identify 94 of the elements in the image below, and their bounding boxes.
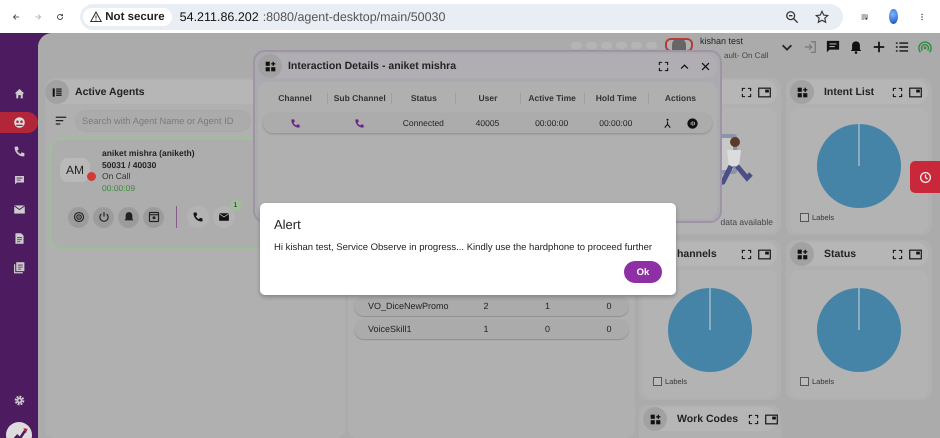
chat-icon[interactable]	[826, 40, 840, 54]
widget-title: Work Codes	[677, 413, 738, 425]
book-icon	[52, 86, 62, 98]
window-icon[interactable]	[758, 248, 771, 260]
dialog-title: Alert	[274, 217, 302, 232]
agent-avatar: AM	[60, 158, 90, 182]
mail-button[interactable]	[213, 206, 235, 228]
zoom-icon[interactable]	[785, 10, 800, 24]
power-icon	[98, 211, 110, 223]
agent-name: aniket mishra (aniketh)	[102, 148, 195, 160]
table-cell-text: Connected	[402, 118, 445, 128]
expand-icon[interactable]	[892, 248, 903, 260]
column-header: Active Time	[520, 92, 584, 104]
empty-message: data available	[720, 217, 773, 227]
widget-title: Intent List	[824, 86, 874, 98]
bell-icon	[122, 211, 134, 223]
chat-icon	[12, 174, 26, 187]
table-cell-text: 00:00:00	[534, 118, 570, 128]
grid-icon	[650, 414, 660, 424]
widget-title: Status	[824, 248, 856, 260]
window-icon[interactable]	[765, 414, 778, 424]
table-cell-text: 2	[482, 301, 490, 311]
table-cell-text: 40005	[474, 118, 500, 128]
widget-title: hannels	[677, 248, 717, 260]
table-cell-text: VoiceSkill1	[368, 324, 413, 334]
phone-icon	[290, 118, 301, 128]
settings-icon[interactable]	[12, 394, 26, 407]
expand-icon[interactable]	[741, 86, 752, 98]
warning-icon[interactable]	[90, 10, 102, 22]
clock-icon	[918, 170, 932, 184]
agent-status: On Call	[102, 171, 132, 182]
user-status: ault- On Call	[724, 51, 770, 60]
bell-icon[interactable]	[848, 40, 862, 54]
window-title: Interaction Details - aniket mishra	[288, 60, 456, 72]
checkbox[interactable]	[800, 376, 809, 386]
url-path: :8080/agent-desktop/main/50030	[262, 10, 446, 24]
barge-button[interactable]	[68, 206, 89, 228]
expand-icon[interactable]	[748, 414, 760, 424]
panel-title: Active Agents	[75, 86, 145, 98]
phone-icon	[354, 118, 365, 128]
mail-icon	[218, 211, 230, 223]
expand-icon[interactable]	[892, 86, 903, 98]
home-icon	[12, 87, 26, 100]
documents-icon	[12, 261, 26, 274]
audio-icon[interactable]	[686, 118, 698, 128]
phone-icon	[192, 211, 204, 223]
clock-button[interactable]	[910, 161, 940, 193]
window-icon[interactable]	[909, 248, 922, 260]
grid-icon	[796, 248, 808, 260]
call-timer: 00:00:09	[102, 182, 136, 194]
grid-icon	[796, 86, 808, 98]
table-cell-text: 00:00:00	[598, 118, 634, 128]
expand-icon[interactable]	[658, 60, 669, 72]
table-cell-text: 0	[605, 324, 612, 334]
document-icon	[12, 232, 26, 245]
window-icon[interactable]	[909, 86, 922, 98]
column-header: Channel	[277, 92, 313, 104]
table-cell-text: 1	[482, 324, 490, 334]
column-header: Hold Time	[584, 92, 648, 104]
list-icon[interactable]	[894, 40, 908, 54]
table-cell-text: 1	[544, 301, 551, 311]
column-header: Sub Channel	[327, 92, 392, 104]
close-icon[interactable]	[700, 60, 711, 72]
phone-icon	[12, 145, 26, 158]
call-button[interactable]	[187, 206, 209, 228]
column-header: Status	[391, 92, 456, 104]
table-cell-text: VO_DiceNewPromo	[368, 301, 450, 311]
expand-icon[interactable]	[741, 248, 752, 260]
monitor-button[interactable]	[143, 206, 164, 228]
column-header: User	[455, 92, 520, 104]
checkbox[interactable]	[800, 213, 809, 222]
window-icon[interactable]	[758, 86, 771, 98]
user-name: kishan test	[700, 36, 744, 46]
mail-icon	[12, 203, 26, 216]
ok-button[interactable]: Ok	[624, 261, 662, 283]
profile-avatar[interactable]	[889, 9, 898, 24]
address-bar[interactable]: Not secure 54.211.86.202 :8080/agent-desktop/main/50030	[80, 4, 844, 30]
table-cell-text: 0	[544, 324, 551, 334]
plus-icon[interactable]	[872, 40, 886, 54]
bell-button[interactable]	[118, 206, 139, 228]
table-cell-text: 0	[605, 301, 612, 311]
star-icon[interactable]	[815, 10, 830, 24]
face-icon	[12, 116, 26, 129]
grid-icon	[264, 60, 276, 72]
checkbox[interactable]	[653, 376, 662, 386]
target-icon	[72, 211, 84, 223]
column-header: Actions	[648, 92, 712, 104]
url-host: 54.211.86.202	[180, 10, 259, 24]
sidebar-item[interactable]	[0, 112, 38, 133]
power-button[interactable]	[93, 206, 114, 228]
window-icon	[148, 211, 160, 223]
agent-ids: 50031 / 40030	[102, 160, 158, 171]
filter-icon[interactable]	[55, 115, 67, 127]
merge-icon[interactable]	[662, 118, 673, 128]
